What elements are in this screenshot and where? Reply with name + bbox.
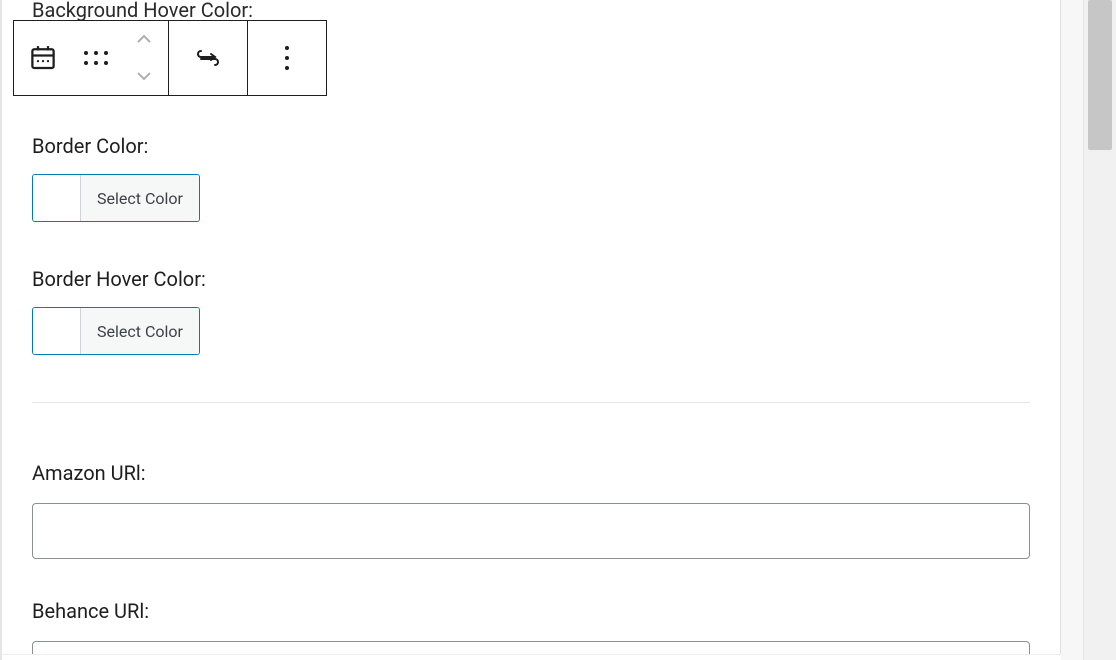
transform-icon [193, 45, 223, 71]
amazon-uri-field: Amazon URl: [32, 461, 1030, 559]
behance-uri-field: Behance URl: [32, 599, 1030, 660]
chevron-up-icon [135, 30, 153, 49]
more-options-icon [285, 46, 289, 70]
toolbar-segment-transform [169, 21, 248, 95]
border-hover-color-picker[interactable]: Select Color [32, 307, 200, 355]
move-up-button[interactable] [120, 21, 168, 58]
block-toolbar [13, 20, 327, 96]
move-down-button[interactable] [120, 58, 168, 95]
page-scrollbar[interactable] [1084, 0, 1116, 660]
more-options-button[interactable] [248, 21, 326, 95]
border-color-swatch[interactable] [33, 175, 81, 221]
settings-panel-outer: Background Hover Color: Border Color: Se… [0, 0, 1084, 660]
move-buttons [120, 21, 168, 95]
toolbar-segment-more [248, 21, 326, 95]
background-hover-color-label: Background Hover Color: [32, 0, 1030, 22]
amazon-uri-input[interactable] [32, 503, 1030, 559]
border-color-select-button[interactable]: Select Color [81, 175, 199, 221]
block-type-button[interactable] [14, 21, 72, 95]
behance-uri-label: Behance URl: [32, 599, 1030, 623]
border-hover-color-select-button[interactable]: Select Color [81, 308, 199, 354]
drag-handle[interactable] [72, 21, 120, 95]
border-color-picker[interactable]: Select Color [32, 174, 200, 222]
amazon-uri-label: Amazon URl: [32, 461, 1030, 485]
toolbar-segment-block [14, 21, 169, 95]
chevron-down-icon [135, 67, 153, 86]
drag-handle-icon [84, 51, 108, 65]
settings-content: Background Hover Color: Border Color: Se… [2, 0, 1060, 660]
inner-scrollbar[interactable] [1061, 0, 1083, 660]
section-divider [32, 402, 1030, 403]
border-color-label: Border Color: [32, 134, 1030, 158]
border-hover-color-label: Border Hover Color: [32, 267, 1030, 291]
page-scrollbar-thumb[interactable] [1088, 0, 1112, 150]
border-hover-color-swatch[interactable] [33, 308, 81, 354]
calendar-block-icon [28, 43, 58, 73]
border-color-field: Border Color: Select Color [32, 134, 1030, 225]
inner-bottom-edge [2, 654, 1061, 660]
transform-button[interactable] [169, 21, 247, 95]
settings-panel: Background Hover Color: Border Color: Se… [2, 0, 1061, 654]
border-hover-color-field: Border Hover Color: Select Color [32, 267, 1030, 358]
